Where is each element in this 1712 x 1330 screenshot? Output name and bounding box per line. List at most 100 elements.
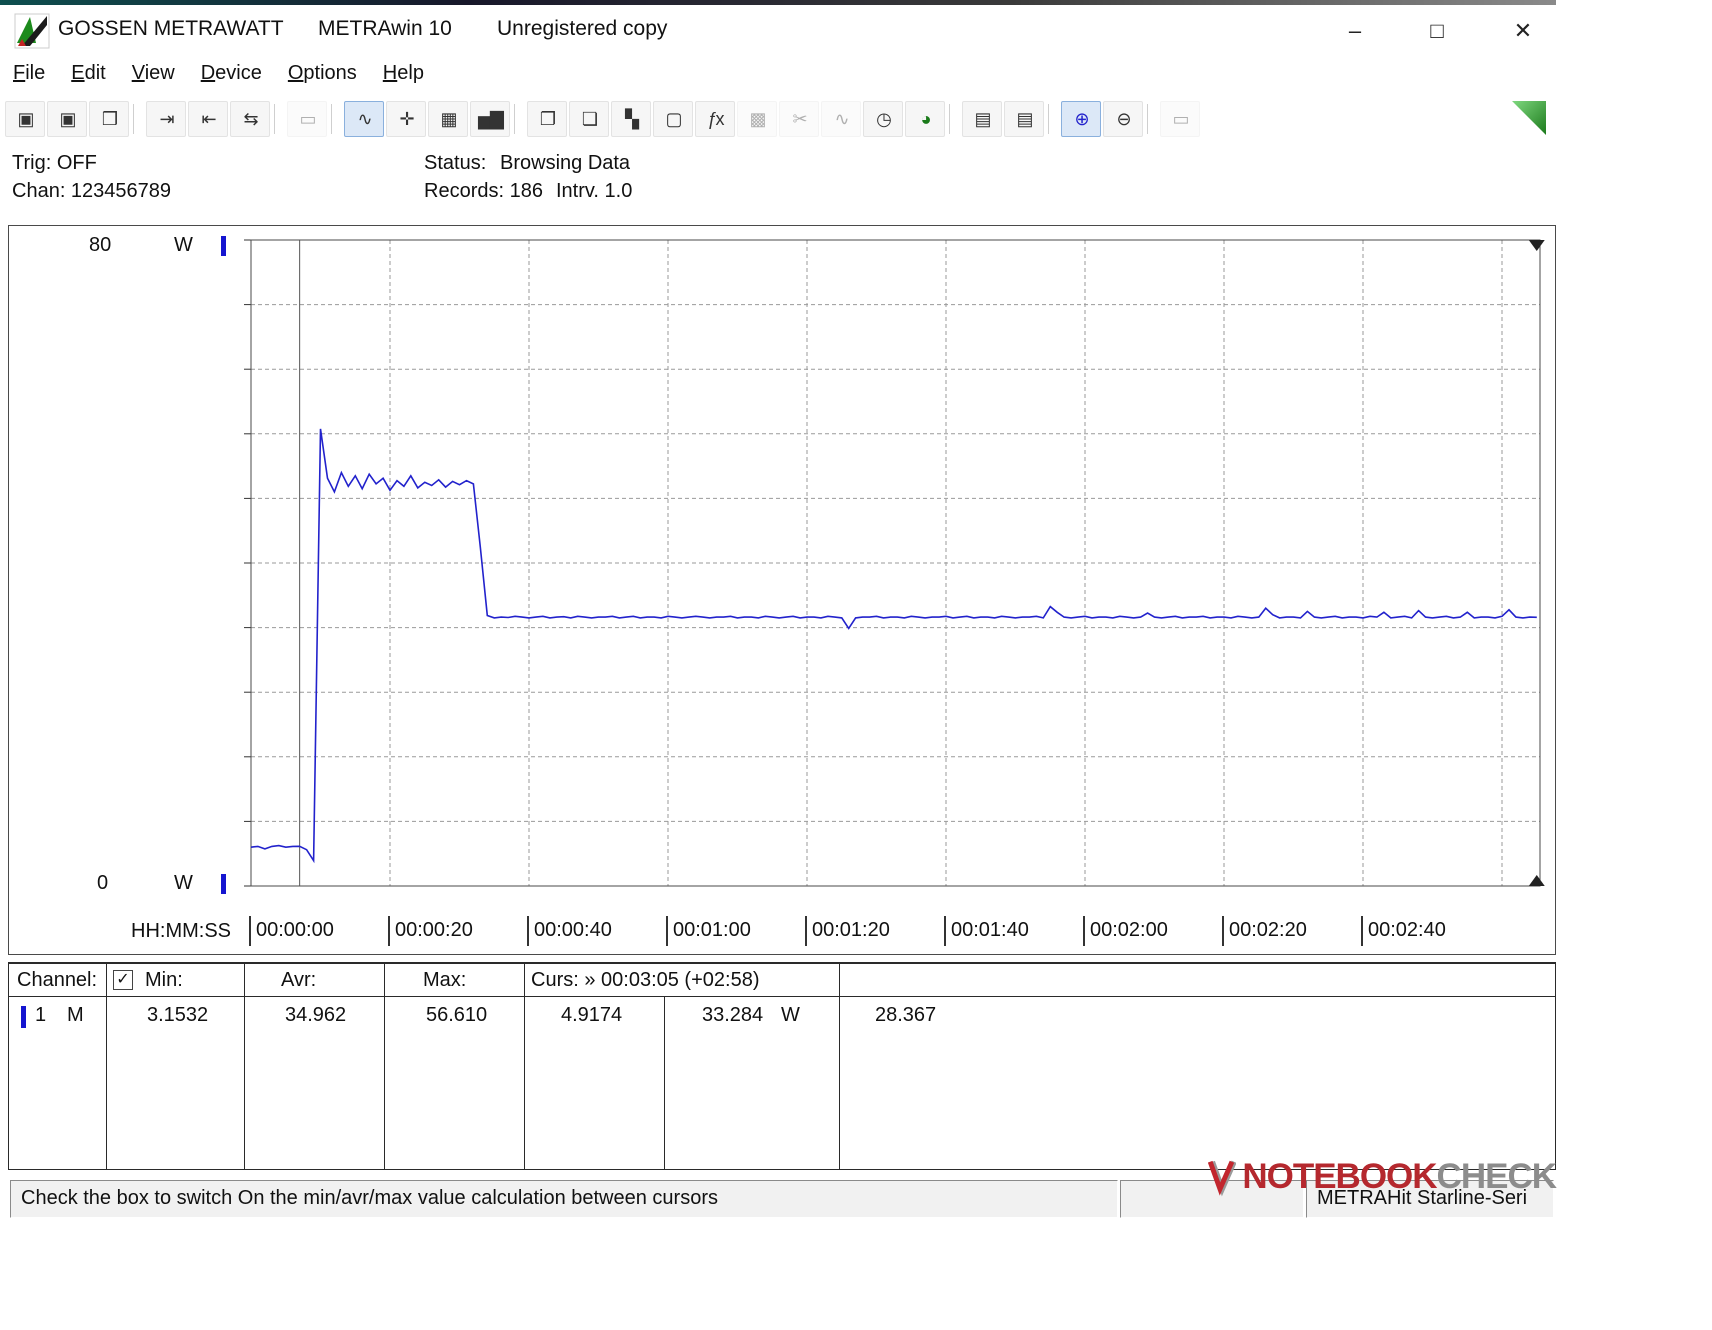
y-axis-min-label: 0 xyxy=(97,872,109,894)
print-preview-button[interactable]: ▤ xyxy=(1004,101,1044,137)
scope-view-button[interactable]: ✛ xyxy=(386,101,426,137)
x-tick-label: 00:01:20 xyxy=(805,916,890,946)
maximize-button[interactable]: □ xyxy=(1412,11,1462,51)
read-memory-icon: ⇆ xyxy=(243,108,258,129)
app-title: METRAwin 10 xyxy=(318,17,452,40)
channel-number: 1 xyxy=(35,1004,47,1026)
value-max: 56.610 xyxy=(426,1004,488,1026)
table-divider xyxy=(664,997,665,1169)
acquisition-info-panel: Trig: OFF Chan: 123456789 Status: Browsi… xyxy=(0,146,1556,222)
metrawin-window: GOSSEN METRAWATT METRAwin 10 Unregistere… xyxy=(0,0,1557,1330)
import-window-icon: ❏ xyxy=(581,108,598,129)
annotate-icon: ▭ xyxy=(1172,108,1189,129)
print-preview-icon: ▤ xyxy=(1016,108,1033,129)
numeric-display-icon: ▭ xyxy=(299,108,316,129)
menu-help[interactable]: Help xyxy=(370,58,437,89)
save-as-button[interactable]: ▣ xyxy=(47,101,87,137)
function-button[interactable]: ƒx xyxy=(695,101,735,137)
trend-view-button[interactable]: ∿ xyxy=(344,101,384,137)
value-cursor2: 33.284 xyxy=(702,1004,764,1026)
table-divider xyxy=(244,964,245,1169)
channel-color-marker-bottom xyxy=(221,874,226,894)
timer-icon: ◷ xyxy=(876,108,892,129)
save-button[interactable]: ▣ xyxy=(5,101,45,137)
bar-view-button[interactable]: ▅▇ xyxy=(470,101,510,137)
y-axis-max-unit: W xyxy=(174,234,193,256)
bar-view-icon: ▅▇ xyxy=(478,108,504,129)
close-button[interactable]: ✕ xyxy=(1498,11,1548,51)
export-window-icon: ❐ xyxy=(539,108,556,129)
print-icon: ▤ xyxy=(974,108,991,129)
records-count: Records: 186 xyxy=(424,180,543,202)
open-icon: ❒ xyxy=(101,108,118,129)
wave-cut-button: ✂ xyxy=(779,101,819,137)
gossen-metrawatt-logo-icon xyxy=(14,13,50,49)
x-axis-labels: 00:00:00 00:00:20 00:00:40 00:01:00 00:01:20… xyxy=(9,916,1557,948)
cursor2-handle[interactable] xyxy=(1528,240,1545,251)
value-delta: 28.367 xyxy=(875,1004,937,1026)
menu-options[interactable]: Options xyxy=(275,58,370,89)
waveform-button: ∿ xyxy=(821,101,861,137)
toolbar-separator xyxy=(949,104,958,134)
interval-value: Intrv. 1.0 xyxy=(556,180,633,202)
monitor-button[interactable]: ▢ xyxy=(653,101,693,137)
meter-button[interactable]: ◕ xyxy=(905,101,945,137)
value-avr: 34.962 xyxy=(285,1004,347,1026)
power-chart-svg[interactable] xyxy=(243,238,1548,890)
toolbar-separator xyxy=(331,104,340,134)
toolbar-separator xyxy=(514,104,523,134)
import-window-button[interactable]: ❏ xyxy=(569,101,609,137)
read-device-button[interactable]: ⇥ xyxy=(146,101,186,137)
print-button[interactable]: ▤ xyxy=(962,101,1002,137)
channel-row-color-marker xyxy=(21,1006,26,1028)
save-icon: ▣ xyxy=(17,108,34,129)
x-tick-label: 00:02:00 xyxy=(1083,916,1168,946)
status-label: Status: xyxy=(424,152,487,174)
trend-chart-panel: 80 W 0 W HH:MM:SS 00:00:00 00:00:20 00:00:… xyxy=(8,225,1556,955)
brand-title: GOSSEN METRAWATT xyxy=(58,17,284,40)
channel-status: Chan: 123456789 xyxy=(12,180,172,202)
open-button[interactable]: ❒ xyxy=(89,101,129,137)
x-tick-label: 00:02:20 xyxy=(1222,916,1307,946)
toolbar-separator xyxy=(133,104,142,134)
read-memory-button[interactable]: ⇆ xyxy=(230,101,270,137)
toolbar-separator xyxy=(274,104,283,134)
table-divider xyxy=(524,964,525,1169)
table-view-button[interactable]: ▦ xyxy=(428,101,468,137)
value-min: 3.1532 xyxy=(147,1004,209,1026)
table-header-divider xyxy=(9,996,1555,997)
export-window-button[interactable]: ❐ xyxy=(527,101,567,137)
notebookcheck-watermark: NOTEBOOKCHECK xyxy=(1208,1136,1557,1218)
monitor-icon: ▢ xyxy=(665,108,682,129)
column-header-avr: Avr: xyxy=(281,969,317,991)
column-header-max: Max: xyxy=(423,969,467,991)
calculator-icon: ▩ xyxy=(749,108,766,129)
minimize-button[interactable]: – xyxy=(1330,11,1380,51)
read-30k-button[interactable]: ⇤ xyxy=(188,101,228,137)
cursor2-handle[interactable] xyxy=(1528,875,1545,886)
menu-view[interactable]: View xyxy=(119,58,188,89)
value-cursor1: 4.9174 xyxy=(561,1004,623,1026)
table-divider xyxy=(384,964,385,1169)
calculator-button: ▩ xyxy=(737,101,777,137)
zoom-wave-button[interactable]: ⊕ xyxy=(1061,101,1101,137)
toolbar-separator xyxy=(1147,104,1156,134)
timer-button[interactable]: ◷ xyxy=(863,101,903,137)
scope-view-icon: ✛ xyxy=(399,108,414,129)
column-header-cursors: Curs: » 00:03:05 (+02:58) xyxy=(531,969,760,991)
menu-device[interactable]: Device xyxy=(188,58,275,89)
menu-edit[interactable]: Edit xyxy=(58,58,118,89)
cursor-stats-checkbox[interactable]: ✓ xyxy=(113,970,133,990)
x-tick-label: 00:00:20 xyxy=(388,916,473,946)
notebookcheck-v-icon xyxy=(1208,1160,1237,1197)
tile-windows-button[interactable]: ▚ xyxy=(611,101,651,137)
x-tick-label: 00:01:40 xyxy=(944,916,1029,946)
zoom-button[interactable]: ⊖ xyxy=(1103,101,1143,137)
menu-file[interactable]: File xyxy=(0,58,58,89)
trend-view-icon: ∿ xyxy=(357,108,372,129)
table-view-icon: ▦ xyxy=(440,108,457,129)
license-status: Unregistered copy xyxy=(497,17,668,40)
zoom-icon: ⊖ xyxy=(1116,108,1131,129)
x-tick-label: 00:00:40 xyxy=(527,916,612,946)
waveform-icon: ∿ xyxy=(834,108,849,129)
